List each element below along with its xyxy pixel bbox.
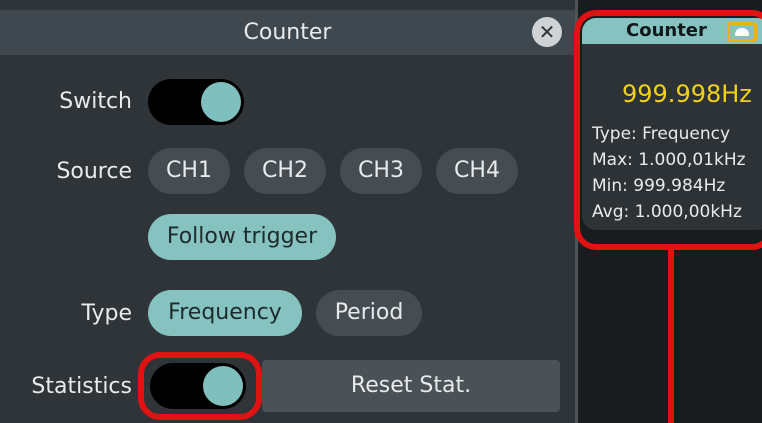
source-label: Source bbox=[56, 159, 132, 184]
panel-title: Counter bbox=[243, 20, 332, 45]
reset-stat-button[interactable]: Reset Stat. bbox=[262, 360, 560, 412]
statistics-knob bbox=[203, 366, 243, 406]
switch-label: Switch bbox=[59, 89, 132, 114]
close-icon[interactable]: ✕ bbox=[532, 17, 562, 47]
type-frequency-button[interactable]: Frequency bbox=[148, 290, 302, 336]
pointer-line bbox=[668, 250, 674, 423]
panel-header: Counter ✕ bbox=[0, 10, 575, 55]
counter-settings-panel: Counter ✕ Switch Source CH1 CH2 CH3 CH4 … bbox=[0, 0, 575, 423]
follow-trigger-button[interactable]: Follow trigger bbox=[148, 214, 336, 260]
statistics-label: Statistics bbox=[31, 374, 132, 399]
type-label: Type bbox=[81, 301, 132, 326]
statistics-toggle[interactable] bbox=[150, 363, 246, 409]
source-ch4-button[interactable]: CH4 bbox=[436, 148, 518, 194]
source-ch1-button[interactable]: CH1 bbox=[148, 148, 230, 194]
source-ch2-button[interactable]: CH2 bbox=[244, 148, 326, 194]
type-period-button[interactable]: Period bbox=[316, 290, 422, 336]
switch-toggle[interactable] bbox=[148, 79, 244, 125]
switch-knob bbox=[201, 82, 241, 122]
source-ch3-button[interactable]: CH3 bbox=[340, 148, 422, 194]
readout-highlight bbox=[574, 10, 762, 250]
